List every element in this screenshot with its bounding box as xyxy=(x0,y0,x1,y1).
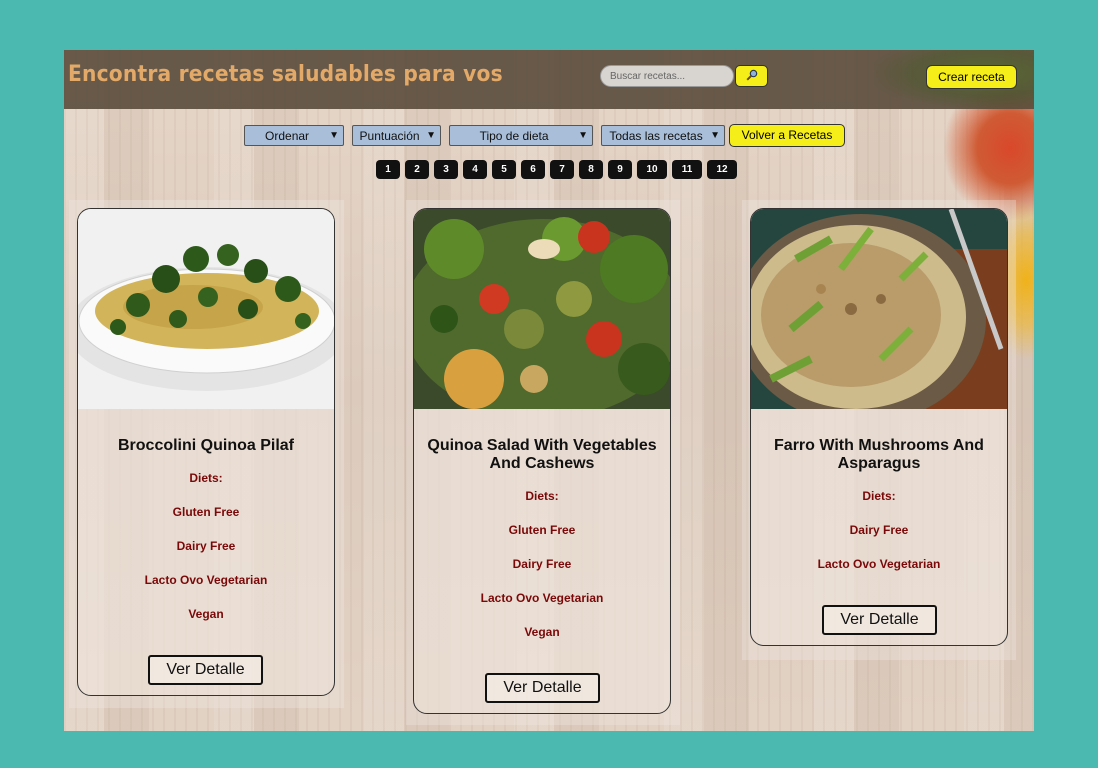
diets-label: Diets: xyxy=(189,471,223,485)
diet-type-select-label: Tipo de dieta xyxy=(479,128,549,143)
page-button[interactable]: 3 xyxy=(434,160,458,179)
chevron-down-icon: ▼ xyxy=(426,130,436,141)
diet-item: Vegan xyxy=(188,607,224,621)
page-button[interactable]: 11 xyxy=(672,160,702,179)
pagination: 1 2 3 4 5 6 7 8 9 10 11 12 xyxy=(376,160,742,179)
recipe-title: Quinoa Salad With Vegetables And Cashews xyxy=(427,437,657,472)
page-title: Encontra recetas saludables para vos xyxy=(68,62,503,87)
recipe-image[interactable] xyxy=(751,209,1007,409)
chevron-down-icon: ▼ xyxy=(329,130,339,141)
diet-item: Gluten Free xyxy=(172,505,240,519)
recipe-image[interactable] xyxy=(414,209,670,409)
diets-label: Diets: xyxy=(525,489,559,503)
search-icon xyxy=(745,69,757,81)
page-button[interactable]: 7 xyxy=(550,160,574,179)
source-select[interactable]: Todas las recetas ▼ xyxy=(601,125,725,146)
recipe-title: Farro With Mushrooms And Asparagus xyxy=(774,437,984,472)
page-button[interactable]: 1 xyxy=(376,160,400,179)
recipe-image[interactable] xyxy=(78,209,334,409)
app-container: Encontra recetas saludables para vos Cre… xyxy=(64,50,1034,731)
diet-item: Dairy Free xyxy=(512,557,572,571)
recipe-card: Farro With Mushrooms And Asparagus Diets… xyxy=(750,208,1008,646)
score-select[interactable]: Puntuación ▼ xyxy=(352,125,441,146)
chevron-down-icon: ▼ xyxy=(578,130,588,141)
sort-select-label: Ordenar xyxy=(265,128,310,143)
chevron-down-icon: ▼ xyxy=(710,130,720,141)
view-detail-button[interactable]: Ver Detalle xyxy=(822,605,937,635)
source-select-label: Todas las recetas xyxy=(609,128,703,143)
diet-item: Lacto Ovo Vegetarian xyxy=(817,557,941,571)
view-detail-button[interactable]: Ver Detalle xyxy=(148,655,263,685)
diet-item: Vegan xyxy=(524,625,560,639)
diet-item: Gluten Free xyxy=(508,523,576,537)
page-button[interactable]: 6 xyxy=(521,160,545,179)
view-detail-button[interactable]: Ver Detalle xyxy=(485,673,600,703)
back-to-recipes-button[interactable]: Volver a Recetas xyxy=(729,124,845,147)
header-bar: Encontra recetas saludables para vos Cre… xyxy=(64,50,1034,109)
search-button[interactable] xyxy=(735,65,768,87)
diet-item: Dairy Free xyxy=(176,539,236,553)
search-input[interactable] xyxy=(600,65,734,87)
recipe-title: Broccolini Quinoa Pilaf xyxy=(117,437,295,454)
diet-type-select[interactable]: Tipo de dieta ▼ xyxy=(449,125,593,146)
page-button[interactable]: 5 xyxy=(492,160,516,179)
page-button[interactable]: 8 xyxy=(579,160,603,179)
score-select-label: Puntuación xyxy=(359,128,420,143)
diets-label: Diets: xyxy=(862,489,896,503)
page-button[interactable]: 4 xyxy=(463,160,487,179)
recipe-card: Broccolini Quinoa Pilaf Diets: Gluten Fr… xyxy=(77,208,335,696)
page-button[interactable]: 9 xyxy=(608,160,632,179)
diet-item: Lacto Ovo Vegetarian xyxy=(144,573,268,587)
recipe-card: Quinoa Salad With Vegetables And Cashews… xyxy=(413,208,671,714)
page-button[interactable]: 2 xyxy=(405,160,429,179)
page-button[interactable]: 10 xyxy=(637,160,667,179)
sort-select[interactable]: Ordenar ▼ xyxy=(244,125,344,146)
create-recipe-button[interactable]: Crear receta xyxy=(926,65,1017,89)
diet-item: Dairy Free xyxy=(849,523,909,537)
page-button[interactable]: 12 xyxy=(707,160,737,179)
diet-item: Lacto Ovo Vegetarian xyxy=(480,591,604,605)
